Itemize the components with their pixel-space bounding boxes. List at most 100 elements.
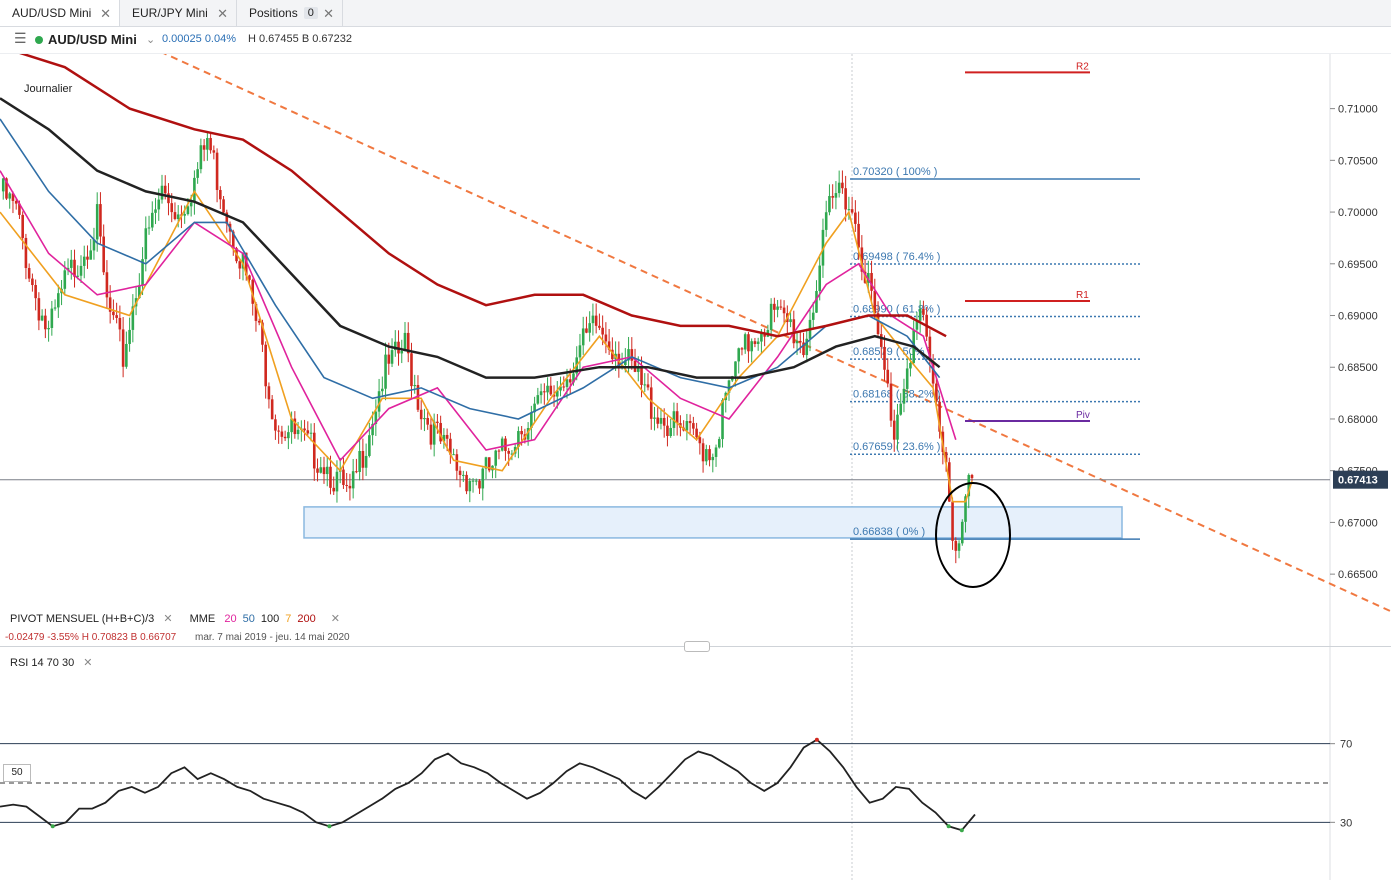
- candle-body: [368, 435, 371, 456]
- candle-body: [458, 470, 462, 475]
- rsi-oversold-mark: [50, 824, 55, 829]
- candle-body: [481, 468, 485, 489]
- candle-body: [922, 308, 925, 315]
- candle-body: [202, 145, 206, 150]
- candle-body: [455, 454, 459, 471]
- support-zone: [303, 506, 1123, 539]
- tab-label: EUR/JPY Mini: [132, 6, 208, 20]
- candle-body: [57, 293, 60, 308]
- fib-label: 0.66838 ( 0% ): [853, 526, 925, 538]
- candle-body: [280, 431, 284, 437]
- close-icon[interactable]: ✕: [100, 6, 111, 22]
- candle-body: [585, 328, 588, 333]
- candle-body: [779, 306, 783, 308]
- candle-body: [646, 384, 650, 388]
- fib-label: 0.68168 ( 38.2% ): [853, 389, 940, 401]
- candle-body: [546, 385, 549, 393]
- candle-body: [737, 348, 741, 362]
- candle-body: [222, 199, 225, 213]
- stats-row: -0.02479 -3.55% H 0.70823 B 0.66707 mar.…: [5, 632, 356, 643]
- resize-handle[interactable]: [684, 641, 710, 652]
- tab-audusd[interactable]: AUD/USD Mini ✕: [0, 0, 120, 26]
- pivot-label: R2: [1076, 61, 1089, 72]
- candle-body: [452, 454, 455, 456]
- pivot-legend[interactable]: PIVOT MENSUEL (H+B+C)/3: [10, 613, 154, 625]
- candle-body: [662, 417, 666, 426]
- candle-body: [209, 138, 212, 151]
- candle-body: [883, 346, 886, 370]
- candle-body: [568, 379, 572, 383]
- candle-body: [837, 182, 841, 194]
- candle-body: [238, 261, 242, 269]
- candle-body: [708, 449, 711, 461]
- candle-body: [789, 319, 792, 323]
- candle-body: [170, 203, 174, 213]
- close-icon[interactable]: ✕: [163, 613, 172, 625]
- close-icon[interactable]: ✕: [217, 6, 228, 22]
- candle-body: [588, 323, 591, 333]
- candle-body: [86, 256, 89, 260]
- candle-body: [342, 469, 345, 485]
- mme-legend[interactable]: MME: [190, 613, 216, 625]
- date-range: mar. 7 mai 2019 - jeu. 14 mai 2020: [195, 632, 350, 643]
- instrument-name[interactable]: AUD/USD Mini: [48, 32, 137, 47]
- candle-body: [335, 471, 339, 492]
- indicator-legend: PIVOT MENSUEL (H+B+C)/3 ✕ MME 20 50 100 7 20…: [10, 612, 346, 625]
- candle-body: [889, 383, 893, 421]
- candle-body: [37, 298, 41, 321]
- candle-body: [847, 209, 851, 211]
- candle-body: [782, 307, 786, 314]
- candle-body: [154, 209, 157, 213]
- candle-body: [196, 169, 199, 178]
- rsi-oversold-mark: [946, 824, 951, 829]
- candle-body: [474, 480, 478, 482]
- candle-body: [688, 421, 692, 424]
- candle-body: [951, 501, 954, 541]
- candle-body: [539, 391, 543, 396]
- candle-body: [44, 315, 47, 330]
- candle-body: [358, 450, 361, 472]
- tab-positions[interactable]: Positions 0 ✕: [237, 0, 343, 26]
- rsi-label[interactable]: RSI 14 70 30: [10, 657, 74, 669]
- close-icon[interactable]: ✕: [331, 613, 340, 625]
- candle-body: [186, 206, 190, 215]
- candle-body: [1, 178, 5, 192]
- candle-body: [543, 391, 546, 393]
- candle-body: [462, 474, 465, 476]
- candle-body: [669, 427, 672, 437]
- positions-count-badge: 0: [303, 7, 318, 19]
- candle-body: [776, 306, 779, 310]
- candle-body: [325, 466, 329, 475]
- candle-body: [701, 443, 705, 462]
- candle-body: [536, 395, 540, 404]
- mme-period: 20: [224, 613, 237, 625]
- candle-body: [494, 450, 498, 466]
- menu-icon[interactable]: ☰: [14, 30, 27, 47]
- candle-body: [319, 467, 323, 473]
- rsi-oversold-mark: [959, 828, 964, 833]
- candle-body: [115, 315, 118, 318]
- candle-body: [183, 214, 186, 216]
- candle-body: [264, 344, 267, 387]
- close-icon[interactable]: ✕: [323, 6, 334, 22]
- candle-body: [905, 368, 909, 389]
- candle-body: [27, 268, 31, 279]
- price-change: 0.00025 0.04%: [162, 33, 237, 45]
- candle-body: [364, 455, 368, 468]
- fib-label: 0.67659 ( 23.6% ): [853, 441, 940, 453]
- candle-body: [643, 384, 647, 386]
- chevron-down-icon[interactable]: ⌄: [146, 33, 155, 46]
- range-stats: -0.02479 -3.55% H 0.70823 B 0.66707: [5, 632, 177, 643]
- candle-body: [157, 199, 161, 210]
- tab-eurjpy[interactable]: EUR/JPY Mini ✕: [120, 0, 237, 26]
- candle-body: [121, 329, 125, 367]
- close-icon[interactable]: ✕: [83, 657, 92, 669]
- candle-body: [53, 307, 57, 309]
- candle-body: [277, 430, 280, 432]
- candle-body: [578, 345, 582, 358]
- candle-body: [400, 350, 404, 354]
- rsi-line: [0, 738, 976, 832]
- candle-body: [361, 450, 365, 468]
- price-chart[interactable]: 0.665000.670000.675000.680000.685000.690…: [0, 54, 1391, 880]
- candle-body: [82, 256, 86, 266]
